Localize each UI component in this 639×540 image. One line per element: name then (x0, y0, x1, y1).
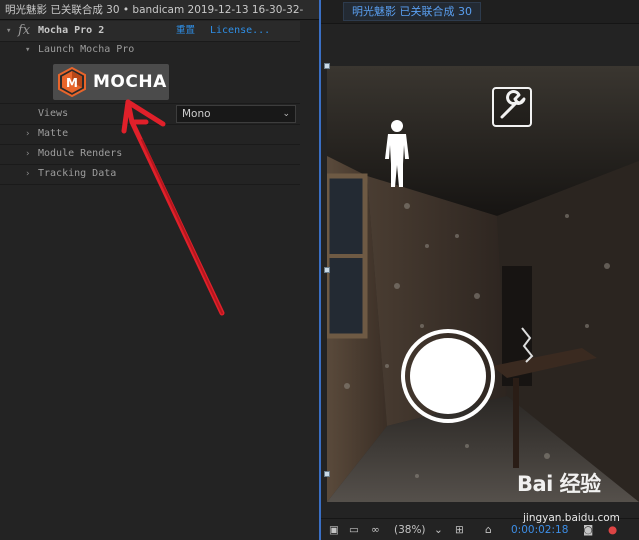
current-time[interactable]: 0:00:02:18 (511, 519, 568, 540)
views-value: Mono (182, 108, 211, 120)
person-icon[interactable] (382, 119, 412, 189)
tracking-data-label: Tracking Data (38, 168, 117, 179)
twirl-triangle-icon[interactable]: ▾ (25, 40, 30, 60)
composition-tab-bar: 明光魅影 已关联合成 30 (321, 0, 639, 24)
views-label: Views (38, 108, 69, 119)
zoom-level[interactable]: (38%) (394, 519, 426, 540)
effect-controls-header: 明光魅影 已关联合成 30 • bandicam 2019-12-13 16-3… (0, 0, 319, 20)
effect-row[interactable]: ▾ fx Mocha Pro 2 重置 License... (0, 21, 300, 41)
views-dropdown[interactable]: Mono ⌄ (176, 105, 296, 123)
fx-icon[interactable]: fx (18, 21, 30, 41)
twirl-triangle-icon[interactable]: › (25, 164, 30, 184)
divider (0, 184, 300, 185)
matte-row[interactable]: › Matte (0, 124, 300, 144)
module-renders-label: Module Renders (38, 148, 123, 159)
twirl-triangle-icon[interactable]: › (25, 144, 30, 164)
module-renders-row[interactable]: › Module Renders (0, 144, 300, 164)
settings-wrench-button[interactable] (492, 87, 532, 127)
chevron-down-icon: ⌄ (282, 109, 290, 119)
license-link[interactable]: License... (210, 21, 270, 41)
svg-text:M: M (66, 76, 78, 90)
tracking-data-row[interactable]: › Tracking Data (0, 164, 300, 184)
monitor-icon[interactable]: ▭ (349, 519, 359, 540)
effect-controls-panel: 明光魅影 已关联合成 30 • bandicam 2019-12-13 16-3… (0, 0, 319, 540)
composition-frame[interactable] (327, 66, 639, 502)
layer-handle[interactable] (324, 267, 330, 273)
twirl-triangle-icon[interactable]: ▾ (6, 21, 11, 41)
game-scene-image (327, 66, 639, 502)
wrench-icon (500, 90, 526, 119)
camera-shutter-button[interactable] (401, 329, 495, 423)
launch-group-row[interactable]: ▾ Launch Mocha Pro (0, 40, 300, 60)
layer-handle[interactable] (324, 471, 330, 477)
matte-label: Matte (38, 128, 69, 139)
camera-shutter-icon (410, 338, 486, 414)
composition-tab[interactable]: 明光魅影 已关联合成 30 (343, 2, 481, 21)
launch-group-label: Launch Mocha Pro (38, 44, 135, 55)
vr-goggles-icon[interactable]: ∞ (371, 519, 380, 540)
twirl-triangle-icon[interactable]: › (25, 124, 30, 144)
fit-resolution-icon[interactable]: ⊞ (455, 519, 464, 540)
always-preview-icon[interactable]: ▣ (329, 519, 339, 540)
mocha-button-label: MOCHA (93, 72, 167, 92)
composition-panel: 明光魅影 已关联合成 30 ▣ ▭ ∞ (38%) ⌄ ⊞ ⌂ 0:00:02:… (321, 0, 639, 540)
snapshot-icon[interactable]: ◙ (583, 519, 593, 540)
viewer-toolbar: ▣ ▭ ∞ (38%) ⌄ ⊞ ⌂ 0:00:02:18 ◙ ● (321, 518, 639, 540)
region-of-interest-icon[interactable]: ⌂ (485, 519, 492, 540)
launch-mocha-button[interactable]: M MOCHA (53, 64, 169, 100)
layer-handle[interactable] (324, 63, 330, 69)
composition-viewer[interactable] (321, 24, 639, 518)
color-channels-icon[interactable]: ● (608, 519, 617, 540)
effect-name: Mocha Pro 2 (38, 25, 105, 36)
reset-link[interactable]: 重置 (176, 21, 195, 41)
chevron-down-icon[interactable]: ⌄ (434, 519, 443, 540)
mocha-logo-icon: M (58, 67, 86, 97)
